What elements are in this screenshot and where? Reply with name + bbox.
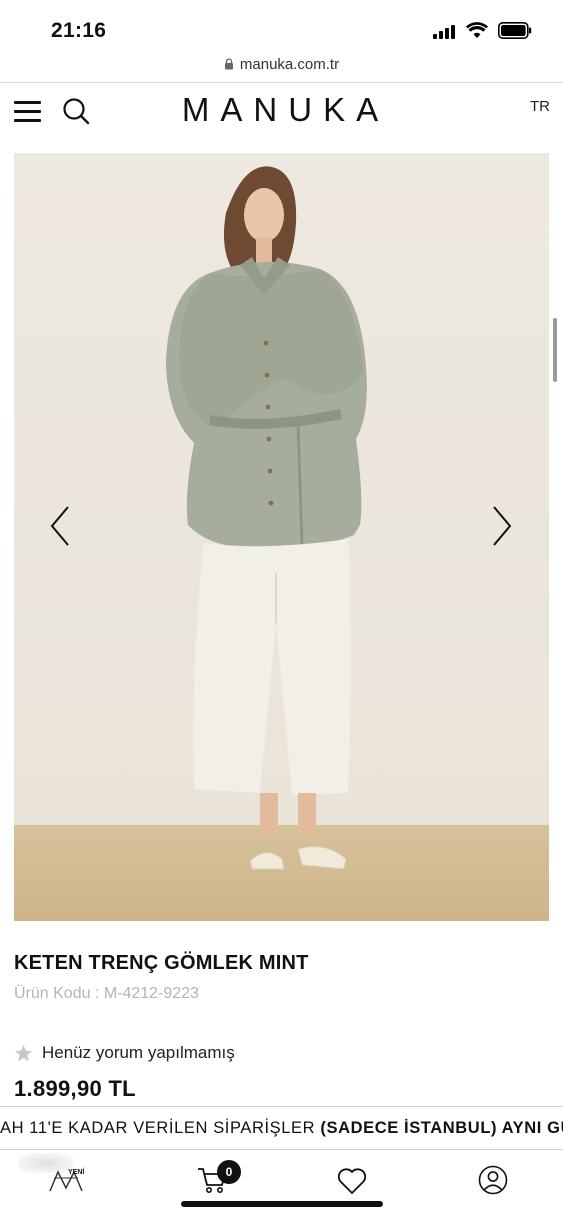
battery-icon xyxy=(498,22,532,39)
next-image-arrow-icon[interactable] xyxy=(490,505,514,547)
language-selector[interactable]: TR xyxy=(530,98,550,115)
banner-text-bold: (SADECE İSTANBUL) AYNI GÜN T xyxy=(320,1119,563,1137)
product-title: KETEN TRENÇ GÖMLEK MINT xyxy=(14,952,309,974)
heart-icon[interactable] xyxy=(337,1167,367,1195)
product-code: Ürün Kodu : M-4212-9223 xyxy=(14,985,199,1002)
model-illustration xyxy=(166,166,367,870)
page-scrollbar[interactable] xyxy=(553,318,557,382)
wifi-icon xyxy=(466,22,488,38)
status-time: 21:16 xyxy=(51,19,107,42)
url-text[interactable]: manuka.com.tr xyxy=(240,56,339,73)
shipping-announcement-banner: AH 11'E KADAR VERİLEN SİPARİŞLER (SADECE… xyxy=(0,1106,563,1150)
cellular-signal-icon xyxy=(433,24,459,39)
banner-text-regular: AH 11'E KADAR VERİLEN SİPARİŞLER xyxy=(0,1119,321,1137)
new-badge: YENİ xyxy=(68,1169,85,1176)
status-bar: 21:16 xyxy=(0,0,563,48)
product-price: 1.899,90 TL xyxy=(14,1076,136,1101)
rating-row[interactable]: Henüz yorum yapılmamış xyxy=(14,1042,235,1064)
brand-logo[interactable]: MANUKA xyxy=(0,91,563,129)
product-image[interactable] xyxy=(14,153,549,921)
banner-text: AH 11'E KADAR VERİLEN SİPARİŞLER (SADECE… xyxy=(0,1119,563,1138)
home-indicator xyxy=(181,1201,383,1207)
rating-text[interactable]: Henüz yorum yapılmamış xyxy=(42,1043,235,1063)
cart-count-badge[interactable]: 0 xyxy=(217,1160,241,1184)
star-icon xyxy=(14,1044,33,1061)
url-bar[interactable]: manuka.com.tr xyxy=(0,50,563,78)
lock-icon xyxy=(224,58,233,70)
user-account-icon[interactable] xyxy=(478,1165,508,1195)
previous-image-arrow-icon[interactable] xyxy=(48,505,72,547)
site-header: MANUKA TR xyxy=(0,83,563,139)
